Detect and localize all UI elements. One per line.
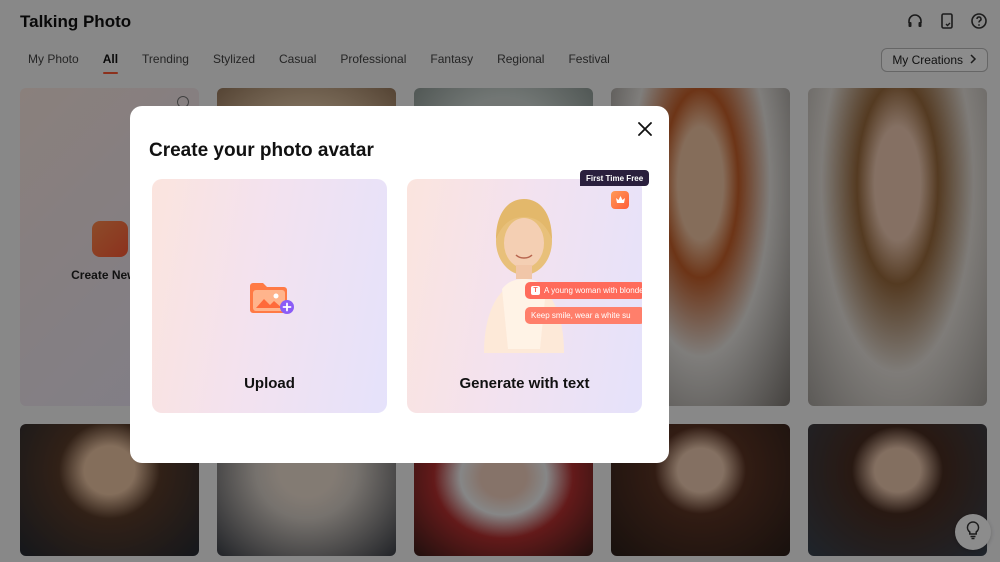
create-avatar-dialog: Create your photo avatar Upload T A youn… [130,106,669,463]
generate-label: Generate with text [459,375,590,392]
prompt-chip-text: Keep smile, wear a white su [531,311,631,320]
prompt-chip: Keep smile, wear a white su [525,307,642,324]
prompt-chip: T A young woman with blonde [525,282,642,299]
close-icon [638,121,652,141]
upload-label: Upload [244,375,295,392]
generate-with-text-option[interactable]: T A young woman with blonde Keep smile, … [407,179,642,413]
text-tag-icon: T [531,286,540,295]
sample-woman-image [484,199,564,353]
crown-icon [611,191,629,209]
upload-folder-icon [250,283,294,314]
upload-option[interactable]: Upload [152,179,387,413]
first-time-free-badge: First Time Free [580,170,650,186]
close-button[interactable] [634,120,656,142]
prompt-chip-text: A young woman with blonde [544,286,642,295]
dialog-title: Create your photo avatar [149,140,374,161]
